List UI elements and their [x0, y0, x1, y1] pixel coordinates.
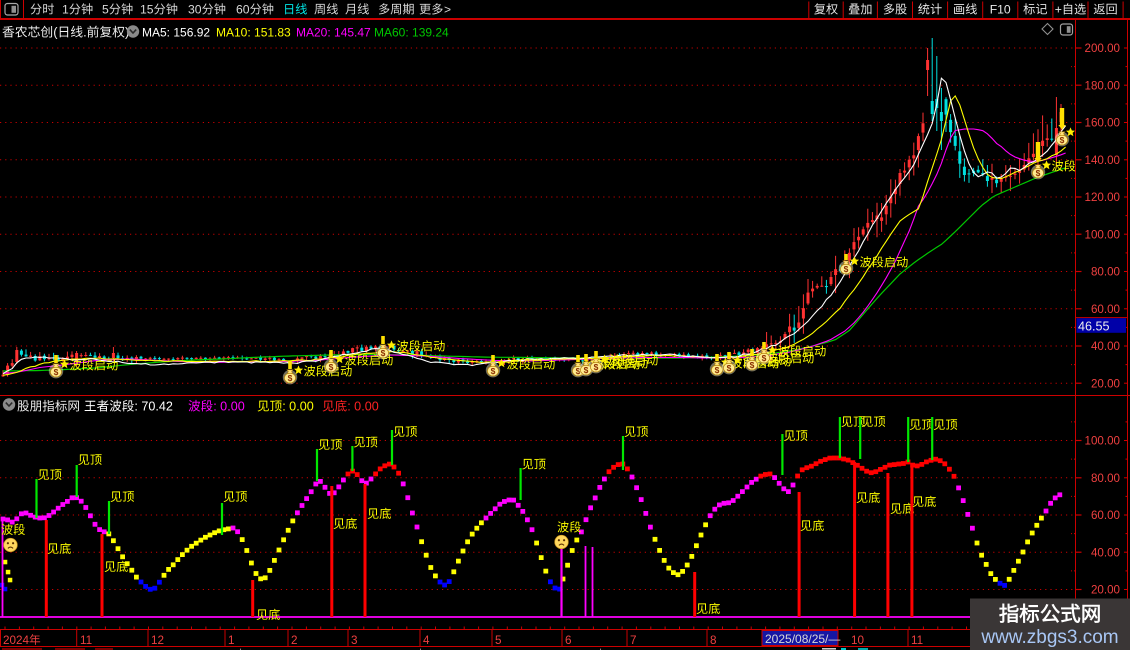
svg-text:(: ( [53, 25, 58, 40]
svg-text:200.00: 200.00 [1085, 42, 1120, 55]
svg-text:2024: 2024 [3, 634, 30, 647]
svg-text:10: 10 [851, 634, 865, 647]
svg-text:www.zbgs3.com: www.zbgs3.com [980, 627, 1118, 648]
svg-text:F10: F10 [990, 3, 1011, 17]
svg-text:1: 1 [62, 3, 69, 17]
svg-text:100.00: 100.00 [1085, 435, 1120, 448]
svg-text:5: 5 [102, 3, 109, 17]
svg-text:11: 11 [911, 634, 923, 647]
svg-text:12: 12 [151, 634, 164, 647]
svg-text:160.00: 160.00 [1085, 117, 1120, 130]
svg-text:40.00: 40.00 [1091, 547, 1120, 560]
svg-text:100.00: 100.00 [1085, 228, 1120, 241]
svg-text:>: > [444, 3, 451, 17]
svg-text:: 0.00: : 0.00 [282, 400, 314, 414]
svg-text:15: 15 [140, 3, 154, 17]
svg-text:MA5: 156.92: MA5: 156.92 [142, 26, 210, 40]
svg-text:20.00: 20.00 [1091, 377, 1120, 390]
svg-text:6: 6 [565, 634, 572, 647]
svg-text:2025/08/25/—: 2025/08/25/— [765, 632, 840, 646]
svg-text:80.00: 80.00 [1091, 266, 1120, 279]
svg-text:40.00: 40.00 [1091, 340, 1120, 353]
svg-text:11: 11 [80, 634, 92, 647]
svg-text:2: 2 [291, 634, 298, 647]
svg-text:: 70.42: : 70.42 [134, 400, 173, 414]
svg-text:+: + [1055, 3, 1062, 17]
svg-text:60.00: 60.00 [1091, 509, 1120, 522]
svg-text:20.00: 20.00 [1091, 584, 1120, 597]
svg-text:60.00: 60.00 [1091, 303, 1120, 316]
svg-text:30: 30 [188, 3, 202, 17]
svg-text:: 0.00: : 0.00 [347, 400, 379, 414]
svg-text:.: . [83, 25, 87, 40]
svg-text:MA20: 145.47: MA20: 145.47 [296, 26, 371, 40]
svg-text:8: 8 [710, 634, 717, 647]
svg-text:120.00: 120.00 [1085, 191, 1120, 204]
svg-text:60: 60 [236, 3, 250, 17]
svg-text:3: 3 [351, 634, 358, 647]
svg-text:80.00: 80.00 [1091, 472, 1120, 485]
svg-text:46.55: 46.55 [1078, 319, 1110, 333]
svg-text:1: 1 [228, 634, 235, 647]
svg-text:7: 7 [630, 634, 637, 647]
svg-text:MA10: 151.83: MA10: 151.83 [216, 26, 291, 40]
svg-text:5: 5 [495, 634, 502, 647]
svg-text:180.00: 180.00 [1085, 80, 1120, 93]
svg-text:MA60: 139.24: MA60: 139.24 [374, 26, 449, 40]
svg-text:4: 4 [423, 634, 430, 647]
svg-text:: 0.00: : 0.00 [213, 400, 245, 414]
svg-text:140.00: 140.00 [1085, 154, 1120, 167]
